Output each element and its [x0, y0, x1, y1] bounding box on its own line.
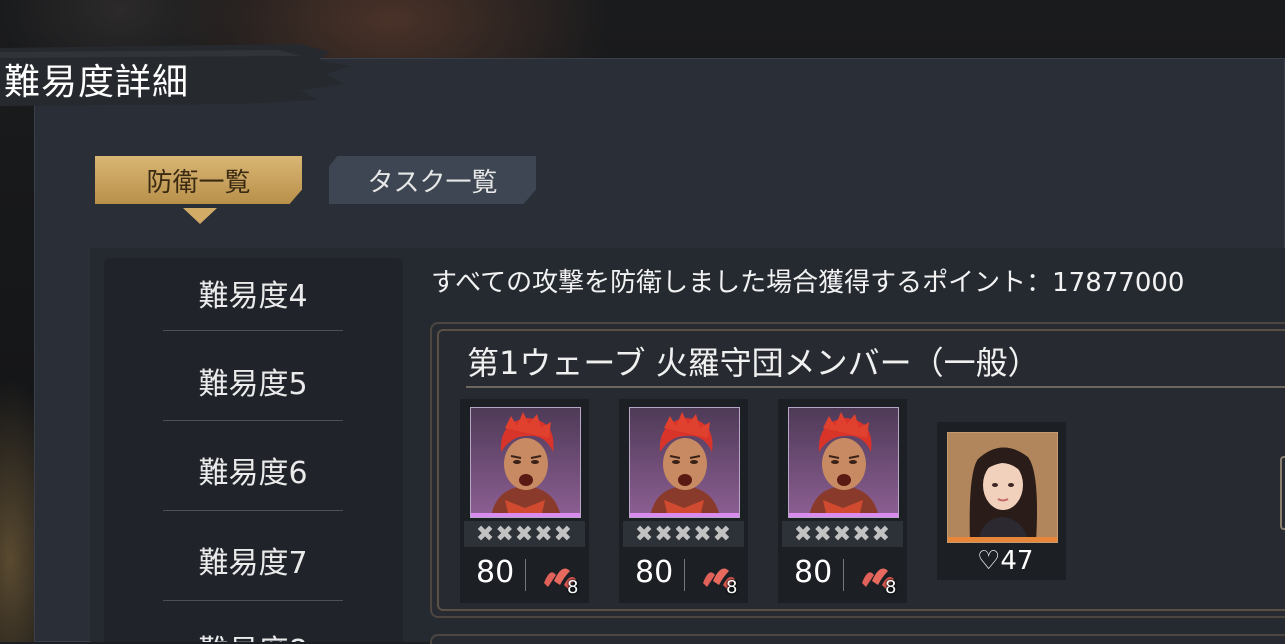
next-wave-card: [430, 634, 1285, 644]
tab-task-list-label: タスク一覧: [367, 167, 498, 198]
rarity-bar: [471, 513, 580, 517]
tab-defense-list[interactable]: 防衛一覧: [95, 156, 302, 204]
wave-title: 第1ウェーブ 火羅守団メンバー（一般）: [467, 344, 1040, 382]
enemy-level: 80: [794, 555, 833, 590]
red-hair-thug-icon: [629, 407, 740, 518]
tab-task-list[interactable]: タスク一覧: [329, 156, 536, 204]
woman-portrait-icon: [947, 432, 1058, 543]
red-hair-thug-icon: [470, 407, 581, 518]
heroine-card[interactable]: ♡ 47: [937, 422, 1066, 580]
star-rating: ✖✖✖✖✖: [623, 521, 744, 547]
sidebar-item-difficulty-6[interactable]: 難易度6: [163, 425, 343, 515]
sidebar-item-label: 難易度7: [198, 546, 308, 581]
rarity-bar: [789, 513, 898, 517]
enemy-level: 80: [476, 555, 515, 590]
sidebar-item-label: 難易度8: [198, 626, 307, 642]
rarity-bar: [948, 537, 1057, 542]
skill-count: 8: [726, 577, 738, 598]
sidebar-item-label: 難易度4: [198, 279, 308, 314]
sidebar-item-difficulty-4[interactable]: 難易度4: [163, 248, 343, 338]
enemy-card[interactable]: ✖✖✖✖✖ 80 8: [460, 399, 589, 603]
stat-divider: [843, 559, 844, 591]
skill-count: 8: [885, 577, 897, 598]
enemy-level: 80: [635, 555, 674, 590]
star-rating: ✖✖✖✖✖: [464, 521, 585, 547]
sidebar-item-difficulty-7[interactable]: 難易度7: [163, 515, 343, 605]
screen-title: 難易度詳細: [4, 62, 190, 103]
enemy-card[interactable]: ✖✖✖✖✖ 80 8: [619, 399, 748, 603]
enemy-card[interactable]: ✖✖✖✖✖ 80 8: [778, 399, 907, 603]
sidebar-item-difficulty-5[interactable]: 難易度5: [163, 336, 343, 426]
stat-divider: [525, 559, 526, 591]
sidebar-divider: [163, 330, 343, 331]
affection-row: ♡ 47: [977, 546, 1033, 576]
heart-icon: ♡: [977, 546, 1001, 576]
sidebar-item-difficulty-8[interactable]: 難易度8: [163, 606, 343, 642]
tab-defense-list-label: 防衛一覧: [146, 167, 251, 198]
active-tab-caret-icon: [183, 208, 217, 224]
skill-count: 8: [567, 577, 579, 598]
sidebar-item-label: 難易度6: [198, 456, 308, 491]
next-page-frame[interactable]: [1280, 456, 1285, 530]
affection-value: 47: [1000, 546, 1034, 576]
wave-title-divider: [466, 386, 1285, 388]
rarity-bar: [630, 513, 739, 517]
sidebar-item-label: 難易度5: [198, 367, 308, 402]
star-rating: ✖✖✖✖✖: [782, 521, 903, 547]
points-info: すべての攻撃を防衛しました場合獲得するポイント：17877000: [431, 268, 1185, 298]
sidebar-divider: [163, 420, 343, 421]
sidebar-divider: [163, 600, 343, 601]
sidebar-divider: [163, 510, 343, 511]
red-hair-thug-icon: [788, 407, 899, 518]
stat-divider: [684, 559, 685, 591]
